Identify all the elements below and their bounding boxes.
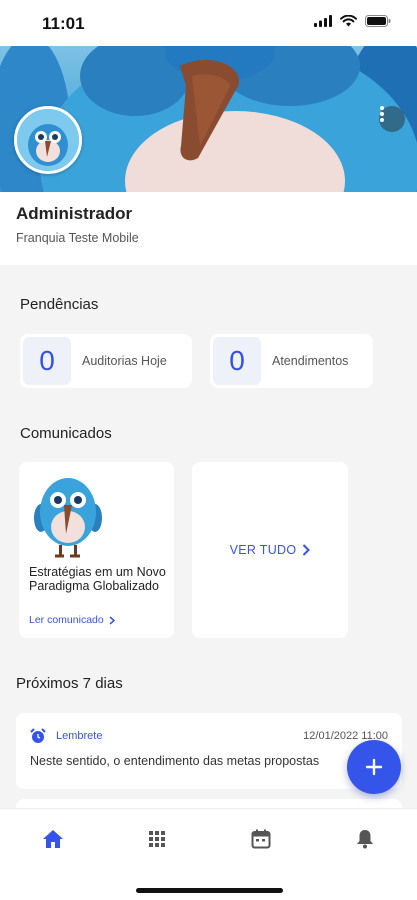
profile-franchise: Franquia Teste Mobile (16, 231, 139, 245)
status-bar: 11:01 (0, 0, 417, 46)
pending-label: Atendimentos (272, 354, 349, 368)
see-all-label: VER TUDO (229, 543, 297, 557)
mascot-avatar-image (17, 109, 79, 171)
add-button[interactable] (347, 740, 401, 794)
comunicados-title: Comunicados (20, 425, 112, 442)
bottom-navigation (0, 808, 417, 900)
profile-header: Administrador Franquia Teste Mobile (0, 192, 417, 265)
comunicado-card[interactable]: Estratégias em um Novo Paradigma Globali… (19, 462, 174, 638)
mascot-thumbnail-image (34, 478, 102, 558)
wifi-icon (340, 14, 357, 32)
read-comunicado-link[interactable]: Ler comunicado (29, 614, 115, 626)
chevron-right-icon (303, 544, 311, 556)
battery-icon (365, 14, 391, 32)
home-indicator (136, 888, 283, 893)
nav-notifications[interactable] (351, 825, 379, 853)
agenda-title: Próximos 7 dias (16, 675, 123, 692)
cover-image (0, 46, 417, 192)
agenda-item-text: Neste sentido, o entendimento das metas … (30, 754, 320, 768)
alarm-icon (30, 728, 46, 743)
pendencias-title: Pendências (20, 296, 99, 313)
plus-icon (365, 758, 383, 776)
grid-icon (149, 831, 165, 847)
nav-home[interactable] (39, 825, 67, 853)
comunicado-title: Estratégias em um Novo Paradigma Globali… (29, 565, 166, 593)
read-comunicado-label: Ler comunicado (29, 614, 104, 626)
see-all-card[interactable]: VER TUDO (192, 462, 348, 638)
nav-calendar[interactable] (247, 825, 275, 853)
home-icon (43, 830, 63, 848)
bell-icon (357, 830, 373, 849)
pending-count: 0 (213, 337, 261, 385)
nav-menu[interactable] (143, 825, 171, 853)
more-options-button[interactable] (379, 106, 405, 132)
chevron-right-icon (109, 615, 115, 625)
profile-name: Administrador (16, 204, 133, 223)
pending-card-atendimentos[interactable]: 0 Atendimentos (210, 334, 373, 388)
pending-label: Auditorias Hoje (82, 354, 167, 368)
pending-card-auditorias[interactable]: 0 Auditorias Hoje (20, 334, 192, 388)
more-vertical-icon (380, 106, 384, 122)
agenda-item[interactable]: Lembrete 12/01/2022 11:00 Neste sentido,… (16, 713, 402, 789)
cellular-signal-icon (314, 14, 332, 32)
agenda-item-type: Lembrete (56, 730, 103, 742)
avatar[interactable] (14, 106, 82, 174)
pending-count: 0 (23, 337, 71, 385)
status-time: 11:01 (42, 14, 85, 33)
calendar-icon (251, 829, 271, 849)
